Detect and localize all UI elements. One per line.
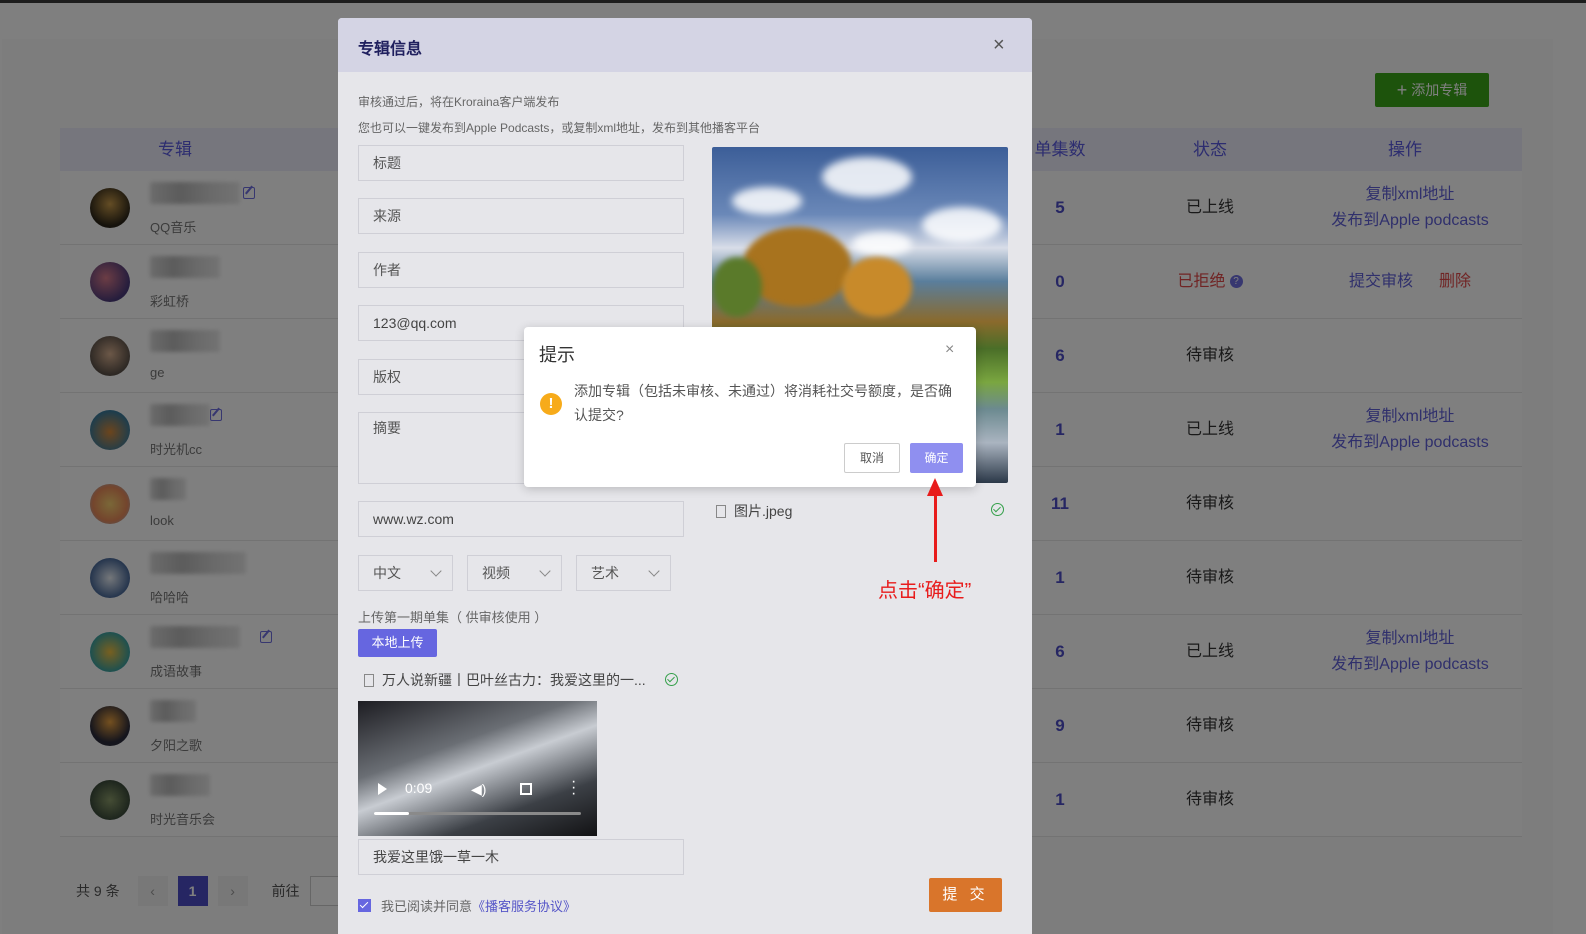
- agreement-link[interactable]: 《播客服务协议》: [472, 896, 576, 915]
- author-input[interactable]: 作者: [358, 252, 684, 288]
- media-type-select[interactable]: 视频: [467, 555, 562, 591]
- image-file-name: 图片.jpeg: [734, 503, 793, 519]
- chevron-down-icon: [430, 565, 442, 577]
- source-input[interactable]: 来源: [358, 198, 684, 234]
- video-player[interactable]: 0:09 ◀) · · ·: [358, 701, 597, 836]
- close-icon[interactable]: ×: [993, 35, 1005, 55]
- language-select[interactable]: 中文: [358, 555, 453, 591]
- annotation-arrow: [934, 492, 937, 562]
- category-value: 艺术: [591, 565, 619, 581]
- check-circle-icon: [665, 673, 678, 686]
- close-icon[interactable]: ×: [945, 341, 954, 359]
- agreement: 我已阅读并同意 《播客服务协议》: [358, 896, 576, 915]
- dialog-header: 专辑信息 ×: [338, 18, 1032, 72]
- cancel-button[interactable]: 取消: [844, 443, 900, 473]
- image-file: 图片.jpeg: [716, 501, 792, 521]
- check-circle-icon: [991, 503, 1004, 516]
- dialog-title: 专辑信息: [358, 41, 423, 58]
- media-type-value: 视频: [482, 565, 510, 581]
- category-select[interactable]: 艺术: [576, 555, 671, 591]
- cloud-shape: [852, 232, 912, 256]
- confirm-dialog: 提示 × ! 添加专辑（包括未审核、未通过）将消耗社交号额度，是否确认提交? 取…: [524, 327, 976, 487]
- agree-text: 我已阅读并同意: [381, 899, 473, 914]
- cloud-shape: [822, 157, 912, 197]
- publish-note-2: 您也可以一键发布到Apple Podcasts，或复制xml地址，发布到其他播客…: [358, 121, 761, 135]
- fullscreen-icon[interactable]: [520, 783, 532, 795]
- confirm-message: 添加专辑（包括未审核、未通过）将消耗社交号额度，是否确认提交?: [574, 383, 952, 423]
- video-progress-fill: [374, 812, 410, 815]
- tree-shape: [712, 257, 762, 317]
- document-icon: [364, 673, 374, 687]
- annotation-text: 点击“确定”: [878, 580, 972, 602]
- cloud-shape: [732, 187, 802, 215]
- warning-icon: !: [540, 393, 562, 415]
- video-time: 0:09: [405, 780, 433, 796]
- document-icon: [716, 504, 726, 518]
- cloud-shape: [922, 207, 1002, 243]
- language-value: 中文: [373, 565, 401, 581]
- upload-hint: 上传第一期单集（ 供审核使用 ）: [358, 610, 548, 625]
- title-input[interactable]: 标题: [358, 145, 684, 181]
- website-input[interactable]: www.wz.com: [358, 501, 684, 537]
- publish-note: 审核通过后，将在Kroraina客户端发布: [358, 95, 560, 109]
- more-options-icon[interactable]: · · ·: [571, 774, 576, 802]
- ok-button[interactable]: 确定: [910, 443, 963, 473]
- play-icon[interactable]: [378, 783, 387, 795]
- episode-file-name: 万人说新疆丨巴叶丝古力：我爱这里的一...: [382, 672, 646, 688]
- episode-file: 万人说新疆丨巴叶丝古力：我爱这里的一...: [364, 670, 646, 690]
- chevron-down-icon: [539, 565, 551, 577]
- episode-title-input[interactable]: 我爱这里饿一草一木: [358, 839, 684, 875]
- volume-icon[interactable]: ◀): [471, 781, 486, 798]
- submit-button[interactable]: 提 交: [929, 878, 1002, 912]
- video-progress-bar[interactable]: [374, 812, 581, 815]
- chevron-down-icon: [648, 565, 660, 577]
- local-upload-button[interactable]: 本地上传: [358, 629, 437, 657]
- confirm-title: 提示: [539, 345, 575, 365]
- agree-checkbox[interactable]: [358, 899, 371, 912]
- tree-shape: [842, 257, 912, 317]
